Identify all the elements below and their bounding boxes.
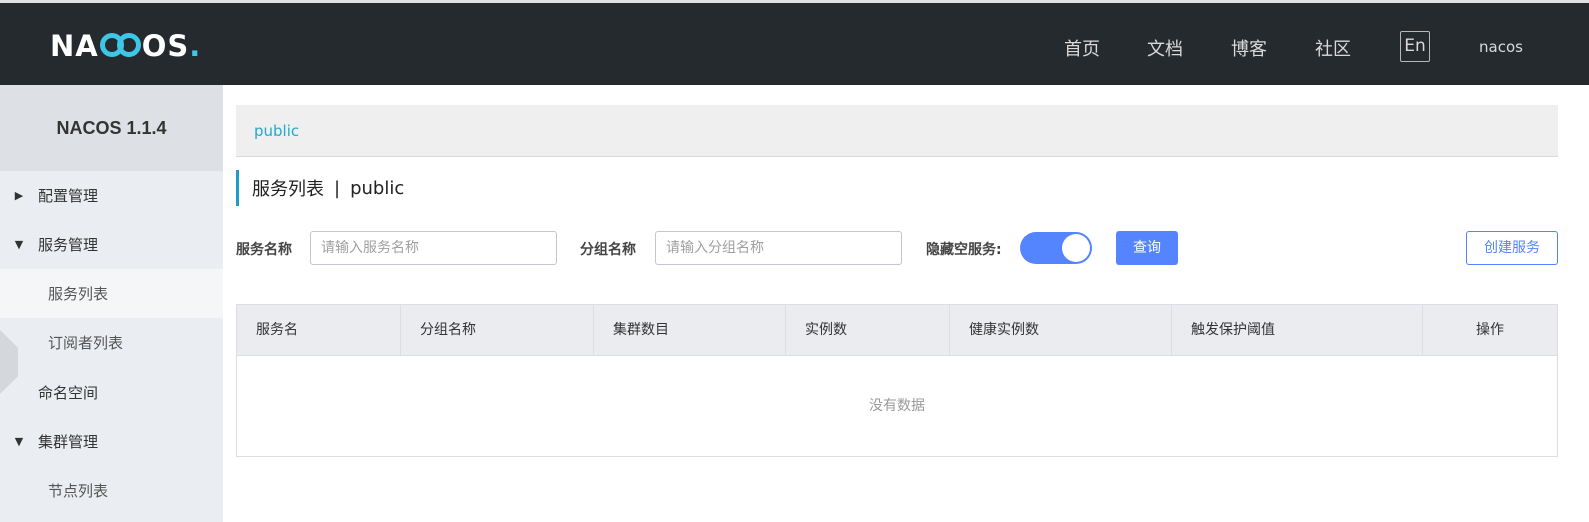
product-version: NACOS 1.1.4 [0,85,223,171]
sidebar-item-namespace[interactable]: 命名空间 [0,368,223,417]
sidebar-item-cluster-management[interactable]: ▼ 集群管理 [0,417,223,466]
page-title-text: 服务列表 [252,179,324,200]
caret-down-icon: ▼ [14,238,24,251]
sidebar-item-service-list[interactable]: 服务列表 [0,269,223,318]
table-header: 服务名 分组名称 集群数目 实例数 健康实例数 触发保护阈值 操作 [237,305,1557,356]
column-header-group-name: 分组名称 [401,305,594,355]
service-name-input[interactable] [310,231,557,265]
sidebar-item-label: 订阅者列表 [48,334,124,352]
nav-community-link[interactable]: 社区 [1315,35,1351,61]
user-menu[interactable]: nacos [1479,38,1523,56]
sidebar-item-label: 命名空间 [38,384,99,402]
sidebar-item-node-list[interactable]: 节点列表 [0,466,223,515]
sidebar-item-label: 配置管理 [38,187,99,205]
hide-empty-filter: 隐藏空服务: [926,231,1002,267]
logo-text-left: NA [50,29,99,63]
column-header-healthy-instance-count: 健康实例数 [950,305,1172,355]
group-name-input[interactable] [655,231,902,265]
caret-right-icon: ▶ [14,189,24,202]
group-filter: 分组名称 [580,231,636,267]
top-navbar: NA OS . 首页 文档 博客 社区 En nacos [0,0,1589,85]
page-title-namespace: public [350,177,405,199]
nav-docs-link[interactable]: 文档 [1147,35,1183,61]
sidebar-item-label: 节点列表 [48,482,109,500]
sidebar-item-label: 服务管理 [38,236,99,254]
caret-down-icon: ▼ [14,435,24,448]
sidebar: NACOS 1.1.4 ▶ 配置管理 ▼ 服务管理 服务列表 订阅者列表 命名空… [0,85,223,522]
nav-home-link[interactable]: 首页 [1064,35,1100,61]
hide-empty-toggle[interactable] [1020,232,1092,264]
query-button[interactable]: 查询 [1116,231,1178,265]
hide-empty-label: 隐藏空服务: [926,242,1002,258]
filter-row: 服务名称 [236,231,292,267]
sidebar-item-label: 集群管理 [38,433,99,451]
language-toggle-button[interactable]: En [1400,31,1430,62]
service-name-label: 服务名称 [236,242,292,258]
column-header-service-name: 服务名 [237,305,401,355]
logo-ring-icon [116,33,141,57]
toggle-knob [1062,234,1090,262]
column-header-actions: 操作 [1476,322,1504,338]
sidebar-item-service-management[interactable]: ▼ 服务管理 [0,220,223,269]
nacos-logo[interactable]: NA OS . [50,28,200,64]
page-title-separator: | [334,177,341,199]
table-empty-state: 没有数据 [869,398,925,414]
page-title: 服务列表 | public [236,170,404,206]
service-table: 服务名 分组名称 集群数目 实例数 健康实例数 触发保护阈值 操作 没有数据 [236,304,1558,457]
column-header-instance-count: 实例数 [786,305,950,355]
group-name-label: 分组名称 [580,242,636,258]
logo-text-right: OS [141,29,190,63]
nav-blog-link[interactable]: 博客 [1231,35,1267,61]
sidebar-item-subscriber-list[interactable]: 订阅者列表 [0,318,223,367]
namespace-bar: public [236,105,1558,157]
column-header-protect-threshold: 触发保护阈值 [1172,305,1423,355]
logo-dot: . [189,29,201,63]
sidebar-item-config-management[interactable]: ▶ 配置管理 [0,171,223,220]
column-header-cluster-count: 集群数目 [594,305,786,355]
sidebar-item-label: 服务列表 [48,285,109,303]
namespace-link-public[interactable]: public [254,122,299,140]
top-nav-links: 首页 文档 博客 社区 En nacos [1000,31,1589,63]
create-service-button[interactable]: 创建服务 [1466,231,1558,265]
